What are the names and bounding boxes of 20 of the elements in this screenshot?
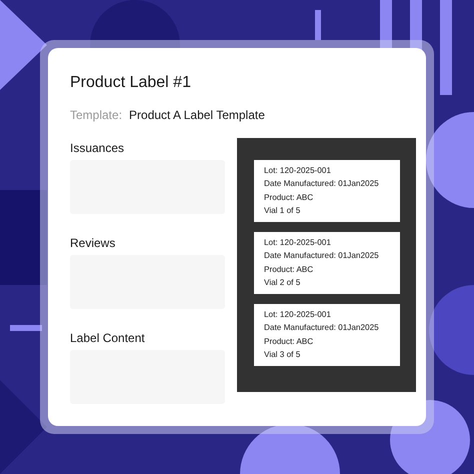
label-line: Lot: 120-2025-001	[264, 310, 332, 321]
template-label: Template:	[70, 108, 122, 124]
label-line: Date Manufactured: 01Jan2025	[264, 251, 380, 262]
label-line: Lot: 120-2025-001	[264, 238, 332, 249]
label-line: Product: ABC	[264, 336, 314, 348]
section-heading: Label Content	[70, 331, 146, 346]
label-line: Lot: 120-2025-001	[264, 166, 332, 177]
label-line: Vial 3 of 5	[264, 350, 302, 361]
label-line: Vial 2 of 5	[264, 278, 302, 289]
label-line: Date Manufactured: 01Jan2025	[264, 179, 380, 190]
section-heading: Issuances	[70, 141, 126, 156]
label-line: Vial 1 of 5	[264, 206, 302, 217]
label-line: Product: ABC	[264, 192, 314, 204]
stripe-shape	[315, 10, 321, 40]
stripe-shape	[10, 325, 42, 331]
template-value: Product A Label Template	[129, 108, 265, 124]
label-line: Product: ABC	[264, 264, 314, 276]
section-heading: Reviews	[70, 236, 116, 251]
page-title: Product Label #1	[70, 74, 192, 93]
label-line: Date Manufactured: 01Jan2025	[264, 323, 380, 334]
